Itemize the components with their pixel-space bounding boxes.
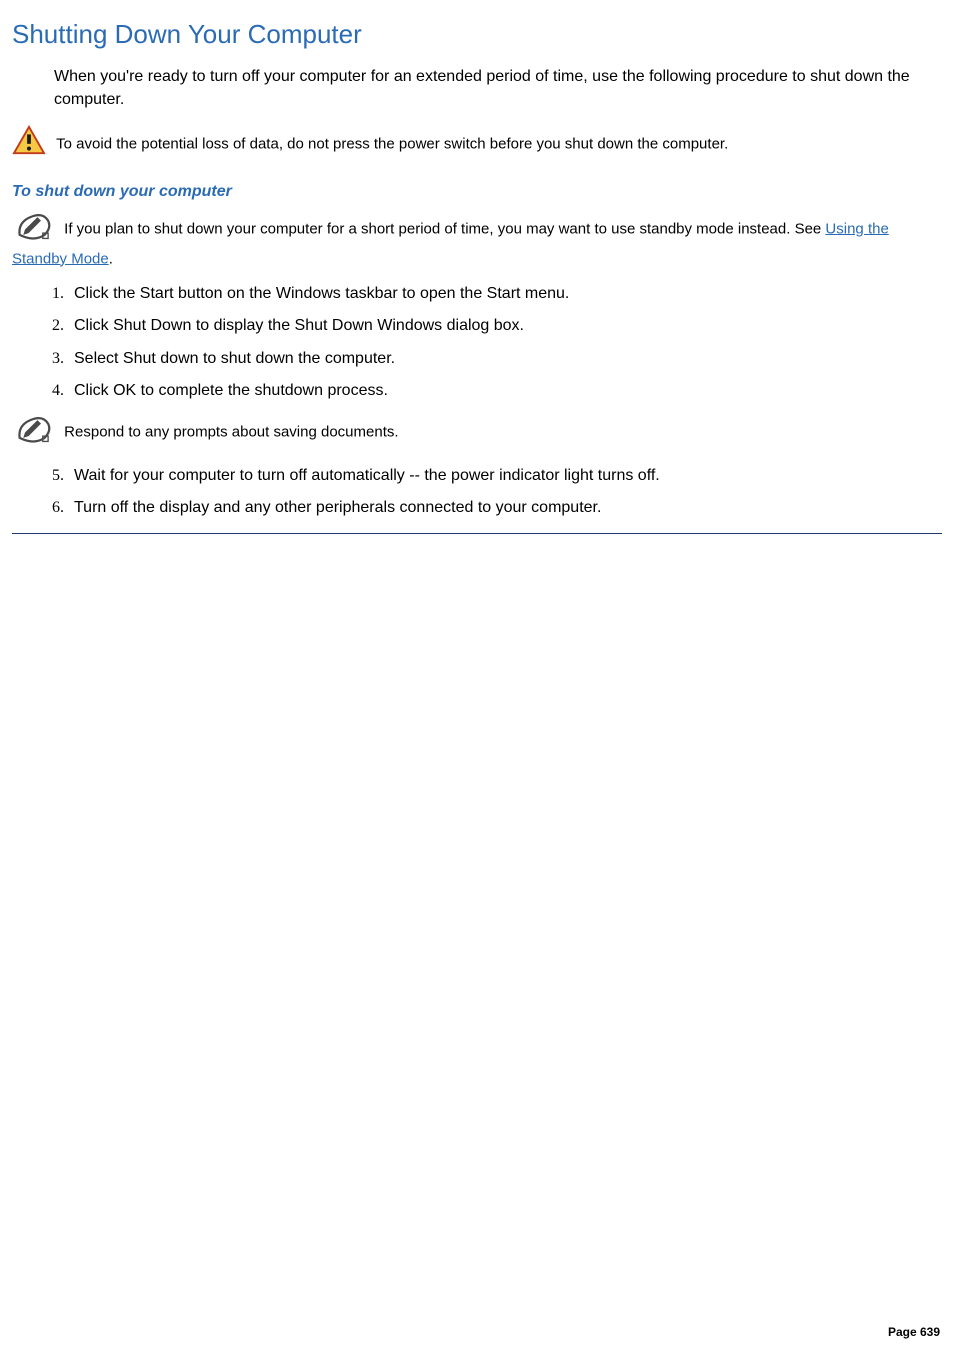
section-divider [12, 533, 942, 534]
step-item: Click Shut Down to display the Shut Down… [68, 315, 942, 337]
mid-note-text: Respond to any prompts about saving docu… [64, 423, 398, 440]
step-item: Click the Start button on the Windows ta… [68, 283, 942, 305]
steps-list-1: Click the Start button on the Windows ta… [40, 283, 942, 403]
step-item: Turn off the display and any other perip… [68, 497, 942, 519]
step-item: Select Shut down to shut down the comput… [68, 348, 942, 370]
page-title: Shutting Down Your Computer [12, 16, 942, 52]
warning-callout: To avoid the potential loss of data, do … [12, 125, 942, 163]
warning-text: To avoid the potential loss of data, do … [56, 136, 728, 153]
note-callout-1: If you plan to shut down your computer f… [12, 210, 942, 270]
intro-paragraph: When you're ready to turn off your compu… [54, 66, 942, 111]
pencil-note-icon [12, 210, 54, 248]
warning-icon [12, 125, 46, 163]
note1-text-part1: If you plan to shut down your computer f… [64, 220, 825, 237]
note-callout-2: Respond to any prompts about saving docu… [12, 413, 942, 451]
step-item: Click OK to complete the shutdown proces… [68, 380, 942, 402]
page-number: Page 639 [888, 1324, 940, 1341]
steps-list-2: Wait for your computer to turn off autom… [40, 465, 942, 520]
subheading: To shut down your computer [12, 181, 942, 203]
note1-text-part2: . [109, 250, 113, 267]
pencil-note-icon [12, 413, 54, 451]
step-item: Wait for your computer to turn off autom… [68, 465, 942, 487]
